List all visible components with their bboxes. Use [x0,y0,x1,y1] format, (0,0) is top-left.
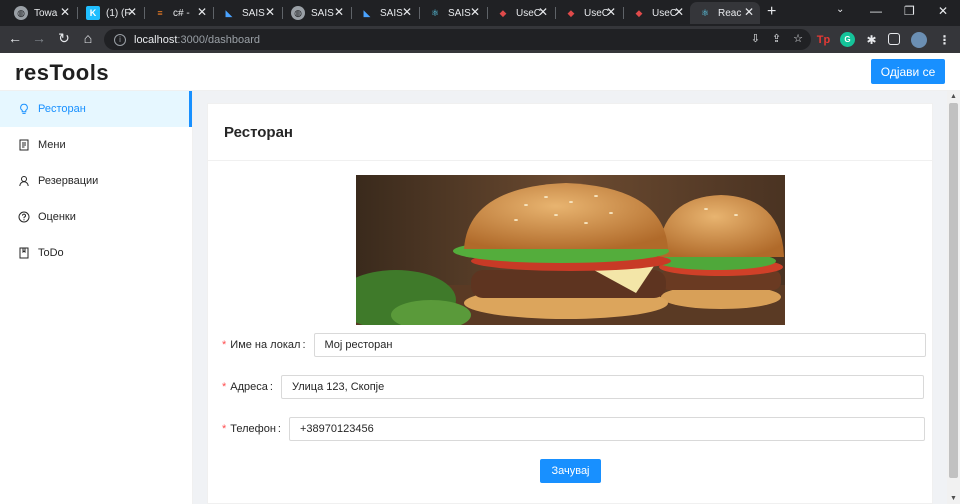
close-icon[interactable]: ✕ [127,5,137,19]
close-icon[interactable]: ✕ [538,5,548,19]
reactjs-site-icon: ◆ [635,7,643,18]
install-app-icon[interactable]: ⇩ [751,32,760,45]
main-content: Ресторан * Име на локал: Мој ресторан *… [193,91,947,504]
sidebar-item-label: Резервации [38,175,99,187]
react-icon: ⚛ [700,7,710,18]
url-host: localhost [134,33,178,46]
reactjs-site-icon: ◆ [499,7,507,18]
browser-tab-active[interactable]: ⚛ Reac ✕ [690,2,760,24]
browser-tab[interactable]: ◣ SAIS ✕ [214,2,281,24]
form-row-address: * Адреса: [222,375,924,399]
browser-tab[interactable]: ◍ SAIS ✕ [283,2,350,24]
sidebar-item-label: Оценки [38,211,76,223]
share-icon[interactable]: ⇪ [772,32,781,45]
extensions-puzzle-icon[interactable]: ✱ [864,32,879,47]
info-icon[interactable]: i [114,33,126,46]
grammarly-icon[interactable]: G [840,32,855,47]
tp-extension-icon[interactable]: Tp [816,32,831,47]
page-scrollbar[interactable]: ▲ ▼ [947,91,960,504]
forward-arrow-icon[interactable]: → [30,30,48,46]
name-label: Име на локал [230,339,301,351]
more-menu-icon[interactable]: ⋮ [937,32,952,47]
scroll-up-arrow-icon[interactable]: ▲ [950,93,957,100]
bulb-icon [18,103,30,115]
tab-search-chevron-icon[interactable]: ⌄ [836,4,844,15]
question-circle-icon [18,211,30,223]
logout-button[interactable]: Одјави се [871,59,945,84]
azure-devops-icon: ◣ [363,7,371,18]
sidebar-item-todo[interactable]: ToDo [0,235,192,271]
back-arrow-icon[interactable]: ← [6,30,24,46]
react-icon: ⚛ [430,7,440,18]
app-logo: resTools [15,60,110,85]
user-icon [18,175,30,187]
azure-devops-icon: ◣ [225,7,233,18]
side-panel-icon[interactable] [888,33,900,45]
browser-tab[interactable]: ◍ Towa ✕ [6,2,76,24]
globe-icon: ◍ [14,6,28,20]
browser-tab[interactable]: ◆ UseC ✕ [556,2,622,24]
browser-tab[interactable]: ◆ UseC ✕ [624,2,690,24]
close-icon[interactable]: ✕ [265,5,275,19]
restore-icon[interactable]: ❐ [904,4,915,18]
book-icon [18,247,30,259]
close-icon[interactable]: ✕ [334,5,344,19]
close-icon[interactable]: ✕ [744,5,754,19]
scroll-down-arrow-icon[interactable]: ▼ [950,495,957,502]
window-close-icon[interactable]: ✕ [938,4,948,18]
home-icon[interactable]: ⌂ [79,30,97,46]
app-header: resTools Одјави се [0,53,960,91]
kaggle-icon: K [86,6,100,20]
browser-toolbar: ← → ↻ ⌂ i localhost:3000/dashboard ⇩ ⇪ ☆… [0,26,960,53]
burger-image [356,175,785,325]
stackoverflow-icon: ≡ [157,8,163,18]
phone-label: Телефон [230,423,276,435]
menu-book-icon [18,139,30,151]
sidebar-item-restaurant[interactable]: Ресторан [0,91,192,127]
sidebar-item-menu[interactable]: Мени [0,127,192,163]
globe-icon: ◍ [291,6,305,20]
browser-tab[interactable]: ≡ c# - ✕ [145,2,213,24]
sidebar-item-label: Мени [38,139,66,151]
browser-tab[interactable]: ◆ UseC ✕ [488,2,554,24]
sidebar-item-label: Ресторан [38,103,86,115]
address-input[interactable] [280,375,924,399]
restaurant-name-input[interactable] [313,333,926,357]
phone-input[interactable] [288,417,925,441]
form-row-phone: * Телефон: [222,417,925,441]
sidebar-item-label: ToDo [38,247,64,259]
address-label: Адреса [230,381,268,393]
sidebar: Ресторан Мени Резервации Оценки ToDo [0,91,193,504]
scroll-thumb[interactable] [949,103,958,478]
reload-icon[interactable]: ↻ [55,30,73,47]
close-icon[interactable]: ✕ [606,5,616,19]
url-path: :3000/dashboard [177,33,260,46]
required-mark: * [222,339,227,351]
minimize-icon[interactable]: — [870,4,882,18]
close-icon[interactable]: ✕ [402,5,412,19]
sidebar-item-ratings[interactable]: Оценки [0,199,192,235]
browser-tab[interactable]: ⚛ SAIS ✕ [420,2,486,24]
close-icon[interactable]: ✕ [470,5,480,19]
save-button[interactable]: Зачувај [540,459,601,483]
bookmark-star-icon[interactable]: ☆ [793,32,803,45]
required-mark: * [222,381,227,393]
restaurant-card: Ресторан * Име на локал: Мој ресторан *… [207,103,933,504]
close-icon[interactable]: ✕ [60,5,70,19]
card-title: Ресторан [208,104,932,161]
reactjs-site-icon: ◆ [567,7,575,18]
browser-tab-strip: ◍ Towa ✕ K (1) (F ✕ ≡ c# - ✕ ◣ SAIS ✕ ◍ … [0,0,960,26]
address-bar[interactable]: i localhost:3000/dashboard ⇩ ⇪ ☆ [104,29,811,50]
required-mark: * [222,423,227,435]
close-icon[interactable]: ✕ [197,5,207,19]
form-row-name: * Име на локал: [222,333,926,357]
sidebar-item-reservations[interactable]: Резервации [0,163,192,199]
new-tab-icon[interactable]: + [767,3,776,21]
browser-tab[interactable]: K (1) (F ✕ [78,2,143,24]
browser-tab[interactable]: ◣ SAIS ✕ [352,2,418,24]
profile-avatar[interactable] [911,32,927,48]
close-icon[interactable]: ✕ [674,5,684,19]
